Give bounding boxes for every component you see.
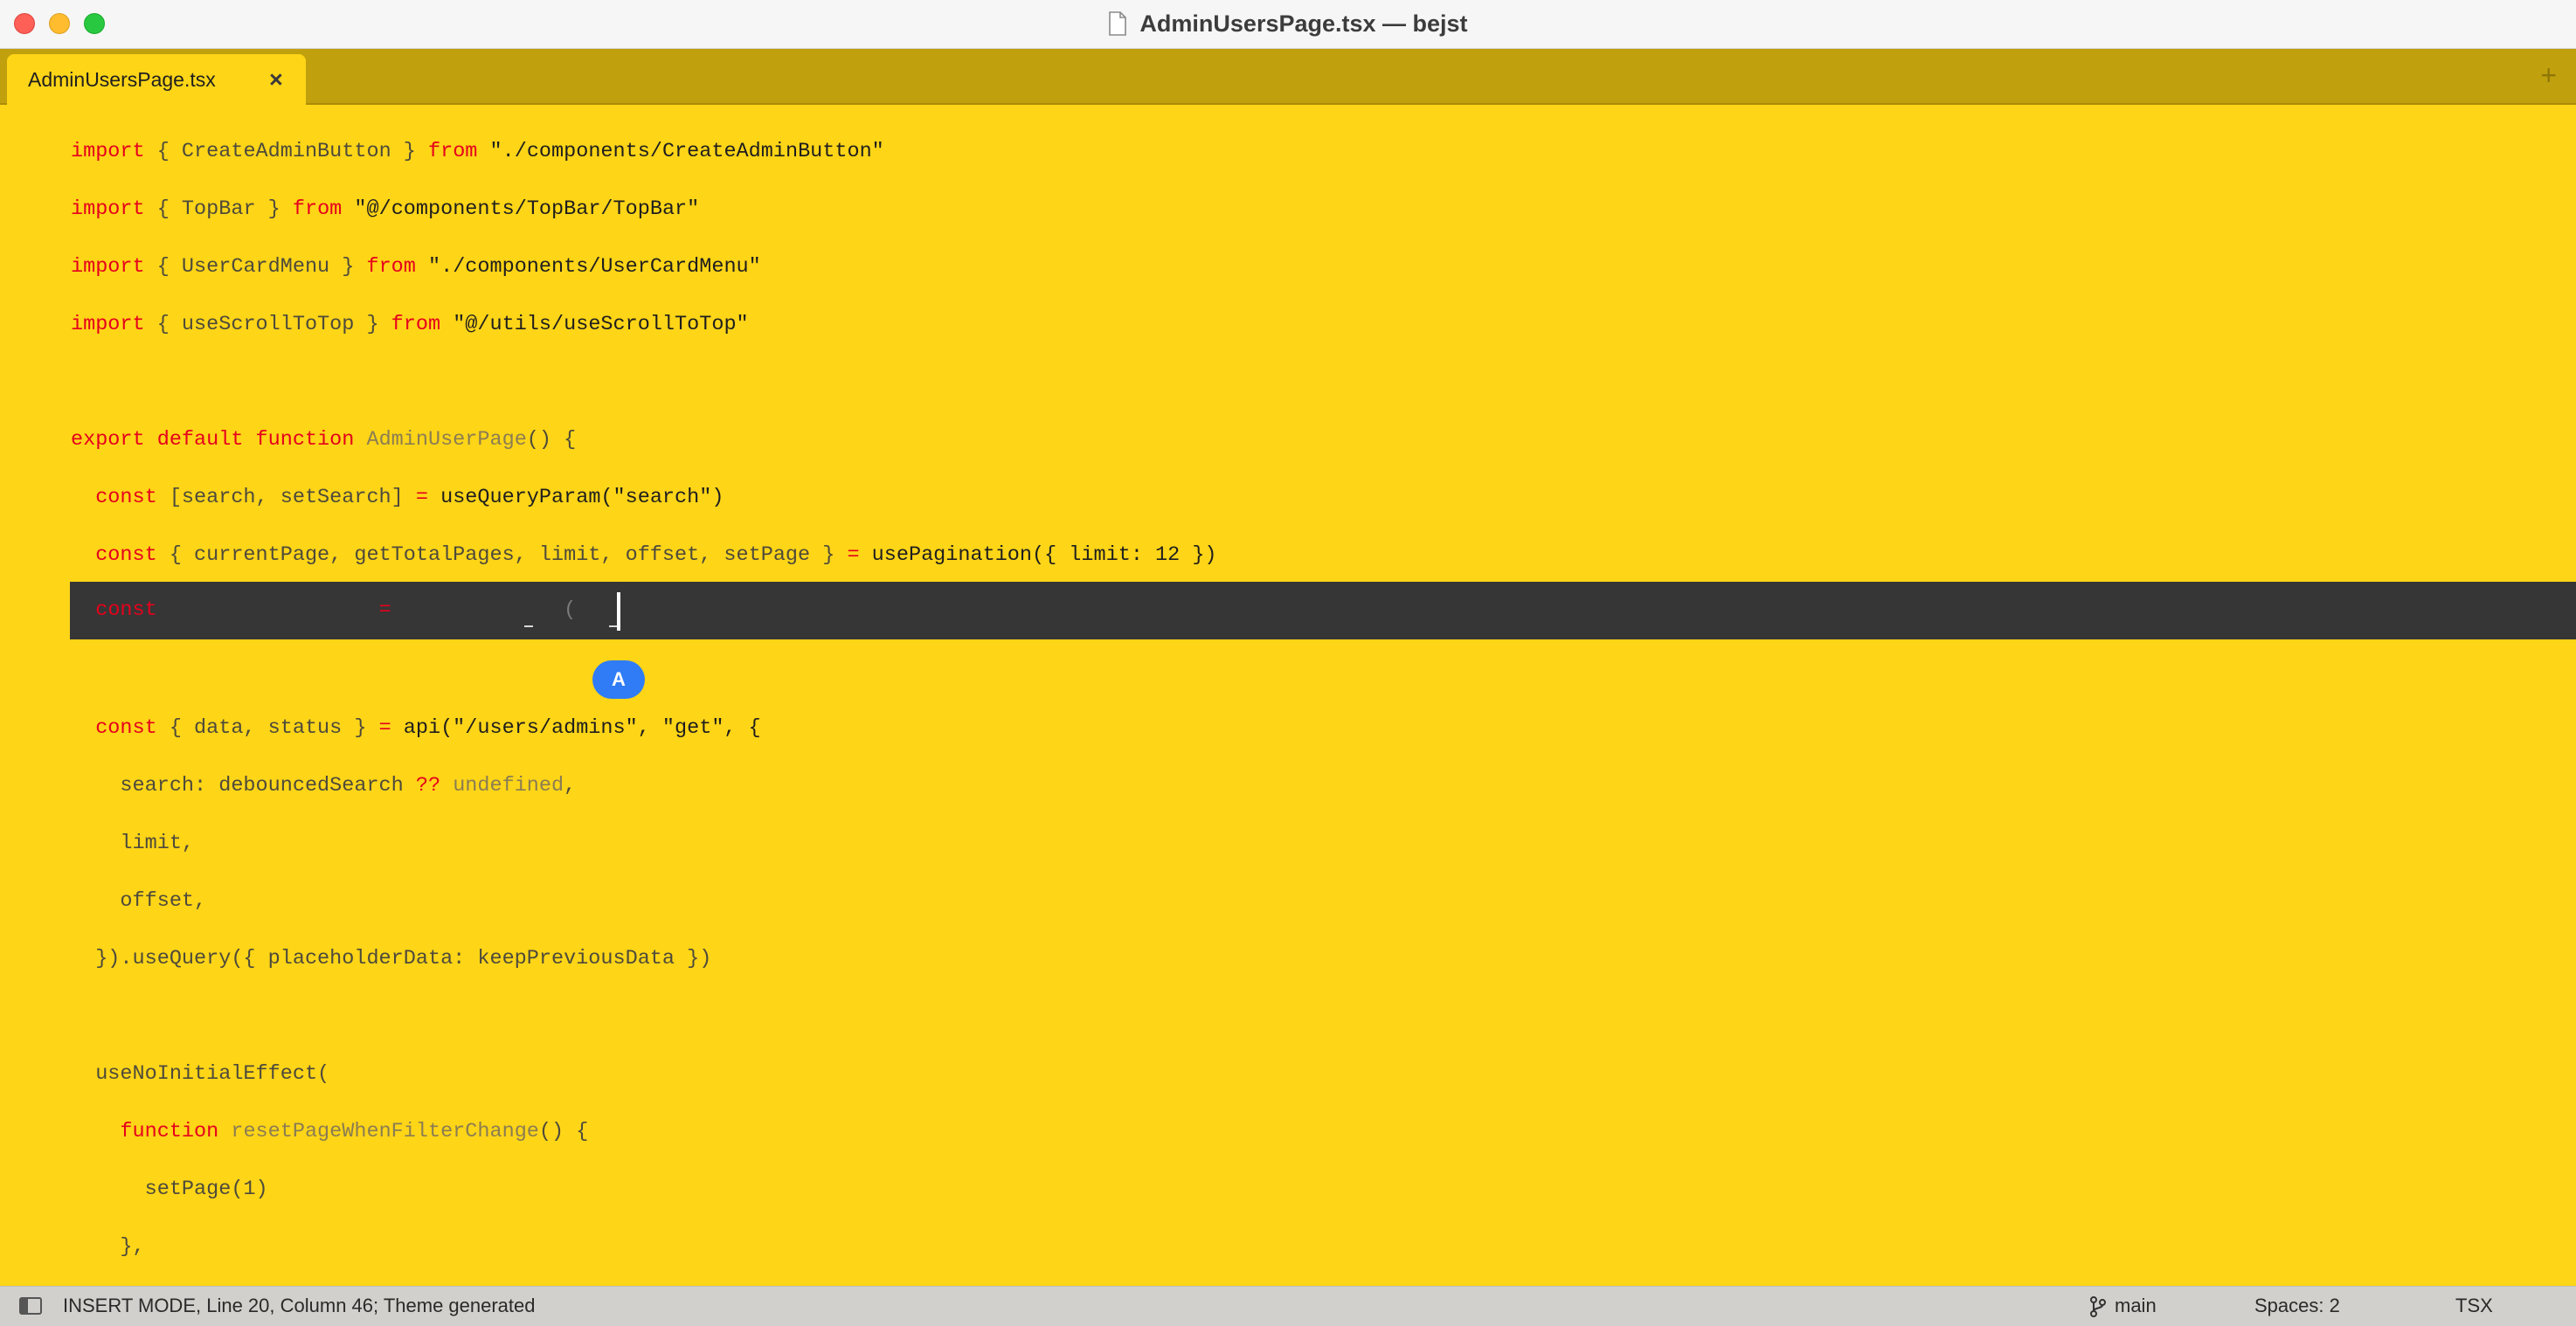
git-branch-icon[interactable] xyxy=(2088,1295,2108,1318)
tab-bar: AdminUsersPage.tsx × + xyxy=(0,49,2576,105)
tab-adminuserspage[interactable]: AdminUsersPage.tsx × xyxy=(7,54,306,105)
code-line: }).useQuery({ placeholderData: keepPrevi… xyxy=(71,947,712,970)
indentation-setting[interactable]: Spaces: 2 xyxy=(2254,1287,2340,1325)
syntax-selector[interactable]: TSX xyxy=(2455,1287,2493,1325)
bracket-match-marker xyxy=(524,625,533,627)
code-line: export default function AdminUserPage() … xyxy=(71,428,577,452)
code-line: search: debouncedSearch ?? undefined, xyxy=(71,774,577,798)
code-line: }, xyxy=(71,1235,145,1259)
code-editor[interactable]: import { CreateAdminButton } from "./com… xyxy=(0,105,2576,1286)
document-icon xyxy=(1109,11,1127,36)
code-line: useNoInitialEffect( xyxy=(71,1062,330,1086)
code-line: setPage(1) xyxy=(71,1178,268,1201)
new-tab-plus-icon[interactable]: + xyxy=(2540,49,2557,101)
code-line: function resetPageWhenFilterChange() { xyxy=(71,1120,589,1143)
code-line: const { data, status } = api("/users/adm… xyxy=(71,716,761,740)
git-branch-label[interactable]: main xyxy=(2115,1287,2157,1325)
title-bar: AdminUsersPage.tsx — bejst xyxy=(0,0,2576,49)
code-line: limit, xyxy=(71,832,195,855)
code-line: offset, xyxy=(71,889,207,913)
window-title: AdminUsersPage.tsx — bejst xyxy=(1139,10,1468,37)
code-line: const [search, setSearch] = useQueryPara… xyxy=(71,486,724,509)
tab-close-icon[interactable]: × xyxy=(269,54,283,105)
autocomplete-hint-badge[interactable]: A xyxy=(592,660,645,699)
text-cursor xyxy=(617,592,620,631)
status-mode-text: INSERT MODE, Line 20, Column 46; Theme g… xyxy=(63,1295,536,1316)
tab-label: AdminUsersPage.tsx xyxy=(28,68,216,91)
code-line: const { currentPage, getTotalPages, limi… xyxy=(71,543,1217,567)
sidebar-toggle-icon[interactable] xyxy=(19,1297,42,1315)
code-line: import { TopBar } from "@/components/Top… xyxy=(71,197,700,221)
code-line: import { CreateAdminButton } from "./com… xyxy=(71,140,884,163)
current-code-line: const = ( xyxy=(95,598,577,622)
code-line: import { UserCardMenu } from "./componen… xyxy=(71,255,761,279)
window-title-group: AdminUsersPage.tsx — bejst xyxy=(0,0,2576,47)
code-line: import { useScrollToTop } from "@/utils/… xyxy=(71,313,749,336)
status-bar: INSERT MODE, Line 20, Column 46; Theme g… xyxy=(0,1286,2576,1326)
